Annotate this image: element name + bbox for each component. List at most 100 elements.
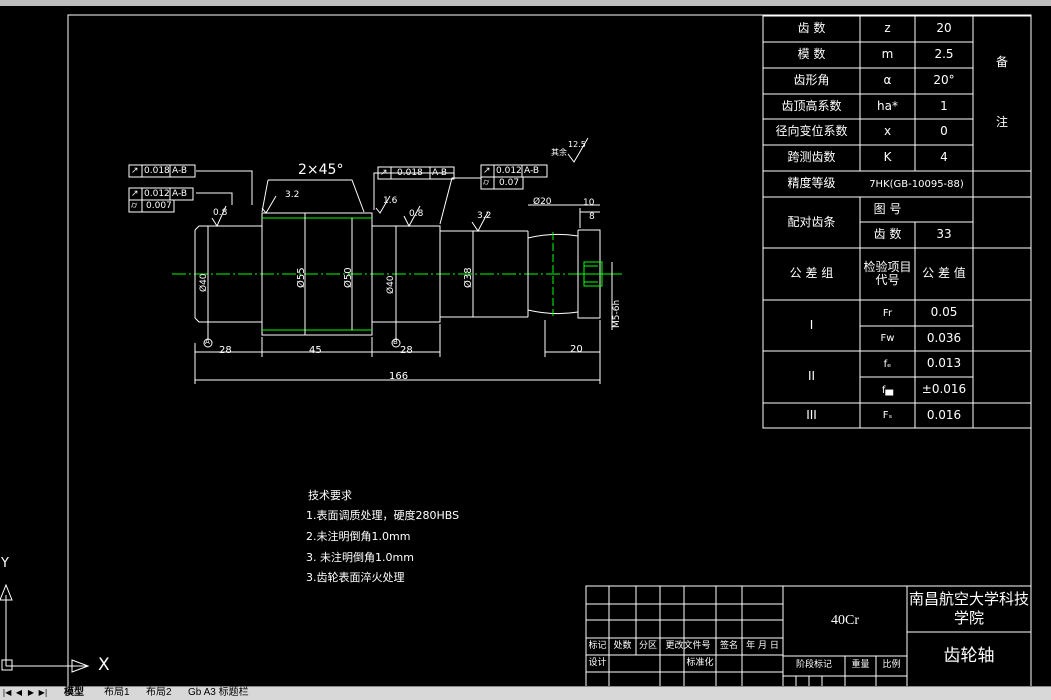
check-code: Fₛ <box>882 410 893 421</box>
group-name: II <box>807 369 816 384</box>
remark-char-1: 备 <box>995 55 1008 70</box>
param-symbol: ha* <box>877 98 898 113</box>
param-label: 齿 数 <box>797 21 826 36</box>
tab-layout1[interactable]: 布局1 <box>104 687 130 699</box>
diameter-d4: Ø40 <box>386 275 396 294</box>
tb-material: 40Cr <box>831 613 859 629</box>
ucs-x-label: X <box>98 655 110 675</box>
tolerance-value: 0.012 <box>144 189 170 199</box>
length-dim: 8 <box>589 212 595 222</box>
param-label: 齿形角 <box>793 73 830 88</box>
tolerance-value: 0.012 <box>496 166 522 176</box>
param-label: 跨测齿数 <box>787 150 836 165</box>
datum-label-b: B <box>393 338 398 346</box>
tolerance-group-label: 公 差 组 <box>789 266 834 281</box>
tb-stage: 阶段标记 <box>795 660 832 671</box>
tolerance-value: ±0.016 <box>921 382 967 397</box>
note-item: 2.未注明倒角1.0mm <box>306 530 411 543</box>
total-length-dim: 166 <box>389 371 409 382</box>
tol-arrow-icon: ↗ <box>131 189 139 199</box>
tolerance-ref: A-B <box>172 189 188 199</box>
window-top-strip <box>0 0 1051 6</box>
tol-arrow-icon: ↗ <box>380 168 388 178</box>
length-dim: 28 <box>219 345 232 356</box>
prev-tab-button[interactable]: ◀ <box>14 688 24 698</box>
ucs-y-label: Y <box>1 556 9 571</box>
tb-part-name: 齿轮轴 <box>943 645 995 666</box>
param-label: 径向变位系数 <box>775 124 848 139</box>
tolerance-value: 0.05 <box>930 305 958 320</box>
note-item: 1.表面调质处理，硬度280HBS <box>306 509 460 522</box>
remark-char-2: 注 <box>995 115 1008 130</box>
last-tab-button[interactable]: ▶| <box>38 688 48 698</box>
tab-model[interactable]: 模型 <box>64 687 84 699</box>
roughness-rest-label: 其余 <box>551 148 567 157</box>
cylindricity-icon: ⌭ <box>131 201 138 211</box>
param-value: 1 <box>940 98 948 113</box>
check-code: fₑ <box>883 358 892 370</box>
length-dim: 20 <box>570 344 583 355</box>
tol-arrow-icon: ↗ <box>483 166 491 176</box>
ucs-icon <box>0 583 90 673</box>
param-symbol: α <box>883 73 892 88</box>
tolerance-value: 0.036 <box>926 330 962 345</box>
param-value: 2.5 <box>934 47 954 62</box>
tol-arrow-icon: ↗ <box>131 166 139 176</box>
roughness-value: 1.6 <box>383 196 398 206</box>
datum-label-a: A <box>205 338 210 346</box>
mating-rack-label: 配对齿条 <box>787 214 836 229</box>
teeth-label: 齿 数 <box>873 227 902 242</box>
accuracy-label: 精度等级 <box>787 176 836 191</box>
next-tab-button[interactable]: ▶ <box>26 688 36 698</box>
roughness-value: 0.8 <box>213 208 228 218</box>
tb-standard: 标准化 <box>686 657 714 668</box>
tolerance-value: 0.016 <box>926 407 962 422</box>
note-item: 3. 未注明倒角1.0mm <box>306 551 414 564</box>
diameter-d5: Ø38 <box>463 267 474 288</box>
tolerance-value: 0.07 <box>499 178 520 188</box>
param-label: 模 数 <box>797 47 826 62</box>
note-item: 3.齿轮表面淬火处理 <box>306 571 405 584</box>
tolerance-value: 0.018 <box>397 168 423 178</box>
param-symbol: K <box>883 150 892 165</box>
tolerance-ref: A-B <box>432 168 448 178</box>
tab-layout2[interactable]: 布局2 <box>146 687 172 699</box>
tb-header: 分区 <box>638 640 657 651</box>
param-label: 齿顶高系数 <box>781 98 842 113</box>
check-code: f▄ <box>881 384 894 396</box>
param-value: 20° <box>933 73 955 88</box>
length-dim: 45 <box>309 345 322 356</box>
layout-tab-bar: |◀ ◀ ▶ ▶| 模型 布局1 布局2 Gb A3 标题栏 <box>0 686 1051 700</box>
tolerance-value: 0.018 <box>144 166 170 176</box>
roughness-value: 12.5 <box>568 140 586 149</box>
diameter-d2: Ø55 <box>296 267 307 288</box>
param-symbol: m <box>881 47 894 62</box>
tolerance-ref: A-B <box>172 166 188 176</box>
roughness-value: 3.2 <box>285 190 300 200</box>
length-dim: 28 <box>400 345 413 356</box>
tb-design: 设计 <box>588 657 607 668</box>
diameter-d6: Ø20 <box>533 197 552 207</box>
tab-gb-a3[interactable]: Gb A3 标题栏 <box>188 687 249 699</box>
tb-weight: 重量 <box>851 660 870 671</box>
tb-scale: 比例 <box>882 660 901 671</box>
tolerance-value: 0.007 <box>146 201 172 211</box>
length-dim: 10 <box>583 198 595 208</box>
tb-header: 签名 <box>719 640 738 651</box>
group-name: I <box>809 317 814 332</box>
param-symbol: z <box>884 21 891 36</box>
roughness-value: 0.8 <box>409 209 424 219</box>
check-item-label: 检验项目代号 <box>863 259 912 287</box>
param-value: 4 <box>940 150 948 165</box>
param-symbol: x <box>883 124 892 139</box>
param-value: 20 <box>936 21 952 36</box>
diameter-d1: Ø40 <box>199 273 209 292</box>
tb-organization: 南昌航空大学科技学院 <box>908 589 1029 628</box>
first-tab-button[interactable]: |◀ <box>2 688 12 698</box>
chamfer-label: 2×45° <box>298 162 344 178</box>
tolerance-ref: A-B <box>524 166 540 176</box>
tb-header: 标记 <box>588 640 607 651</box>
tolerance-value-label: 公 差 值 <box>922 266 966 281</box>
drawing-no-label: 图 号 <box>873 201 902 216</box>
tb-header: 处数 <box>613 640 632 651</box>
